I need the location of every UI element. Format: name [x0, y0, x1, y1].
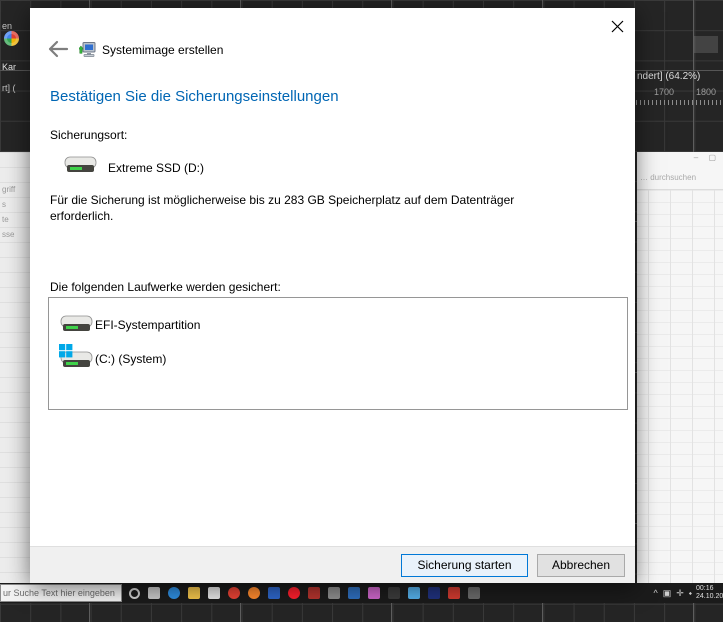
- explorer-icon[interactable]: [188, 587, 200, 599]
- panel-text-fragment: sse: [2, 230, 15, 239]
- taskbar: ur Suche Text hier eingeben ^ ▣ ✛ ⬩ 00:1…: [0, 583, 723, 603]
- ruler-tick-label: 1800: [696, 87, 717, 97]
- drive-name: EFI-Systempartition: [95, 318, 201, 332]
- system-drive-icon: [59, 344, 95, 373]
- backup-location-value: Extreme SSD (D:): [108, 161, 205, 175]
- close-button[interactable]: [608, 17, 626, 35]
- drive-name: (C:) (System): [95, 352, 167, 366]
- backup-location-label: Sicherungsort:: [50, 128, 128, 142]
- drives-list-label: Die folgenden Laufwerke werden gesichert…: [50, 280, 281, 294]
- taskbar-clock[interactable]: 00:16 24.10.20: [696, 585, 723, 601]
- system-image-icon: [77, 41, 96, 58]
- system-image-dialog: Systemimage erstellen Bestätigen Sie die…: [30, 8, 635, 583]
- hidden-icons-chevron[interactable]: ^: [653, 588, 657, 598]
- grid-highlight-cell: [694, 36, 718, 53]
- background-right-window: – ▢ … durchsuchen: [637, 152, 723, 583]
- cancel-button[interactable]: Abbrechen: [537, 553, 625, 577]
- panel-text-fragment: te: [2, 215, 9, 224]
- drive-icon: [59, 312, 95, 339]
- opera-icon[interactable]: [288, 587, 300, 599]
- spreadsheet-grid: [637, 189, 723, 583]
- ruler-ticks: [636, 100, 723, 105]
- app-pink-icon[interactable]: [368, 587, 380, 599]
- app-gray-icon[interactable]: [328, 587, 340, 599]
- tray-icon[interactable]: ✛: [676, 588, 684, 599]
- note-line: erforderlich.: [50, 209, 114, 223]
- clock-date: 24.10.20: [696, 593, 723, 600]
- note-line: Für die Sicherung ist möglicherweise bis…: [50, 193, 515, 207]
- clock-time: 00:16: [696, 585, 714, 592]
- editor-title-fragment: ndert] (64.2%): [637, 71, 701, 82]
- app-steelblue-icon[interactable]: [348, 587, 360, 599]
- page-title: Bestätigen Sie die Sicherungseinstellung…: [50, 88, 339, 105]
- chrome-icon: [4, 31, 19, 46]
- search-field-fragment: … durchsuchen: [640, 173, 697, 182]
- drive-icon: [63, 153, 99, 180]
- close-icon: [611, 20, 623, 32]
- app-dark-icon[interactable]: [388, 587, 400, 599]
- taskview-icon[interactable]: [148, 587, 160, 599]
- firefox-icon[interactable]: [248, 587, 260, 599]
- dialog-button-bar: Sicherung starten Abbrechen: [30, 546, 635, 583]
- app-darkred-icon[interactable]: [308, 587, 320, 599]
- bg-text-fragment: en: [2, 21, 13, 31]
- app-slate-icon[interactable]: [468, 587, 480, 599]
- taskbar-search-input[interactable]: ur Suche Text hier eingeben: [0, 584, 122, 602]
- app-lightblue-icon[interactable]: [408, 587, 420, 599]
- back-arrow-icon: [48, 40, 69, 58]
- app-red-icon[interactable]: [448, 587, 460, 599]
- app-navy-icon[interactable]: [428, 587, 440, 599]
- edge-icon[interactable]: [168, 587, 180, 599]
- panel-text-fragment: griff: [2, 185, 16, 194]
- ruler-tick-label: 1700: [654, 87, 675, 97]
- panel-text-fragment: s: [2, 200, 6, 209]
- tray-icon[interactable]: ▣: [663, 588, 672, 599]
- background-left-panel: griff s te sse: [0, 152, 30, 583]
- back-button[interactable]: [47, 40, 69, 58]
- bg-text-fragment: rt] (: [2, 83, 16, 93]
- start-backup-button[interactable]: Sicherung starten: [401, 553, 528, 577]
- photos-icon[interactable]: [208, 587, 220, 599]
- drives-list[interactable]: EFI-Systempartition (C:) (System): [48, 297, 628, 410]
- cortana-icon[interactable]: [129, 587, 140, 599]
- window-controls: – ▢: [693, 153, 720, 162]
- list-item[interactable]: EFI-Systempartition: [49, 307, 627, 341]
- app-blue-icon[interactable]: [268, 587, 280, 599]
- list-item[interactable]: (C:) (System): [49, 341, 627, 375]
- dialog-title: Systemimage erstellen: [102, 43, 224, 57]
- tray-icon[interactable]: ⬩: [689, 588, 692, 599]
- bg-text-fragment: Kar: [2, 62, 17, 72]
- chrome-icon[interactable]: [228, 587, 240, 599]
- taskbar-tray: ^ ▣ ✛ ⬩: [653, 588, 692, 599]
- space-required-note: Für die Sicherung ist möglicherweise bis…: [50, 192, 514, 224]
- taskbar-icons: [129, 587, 480, 599]
